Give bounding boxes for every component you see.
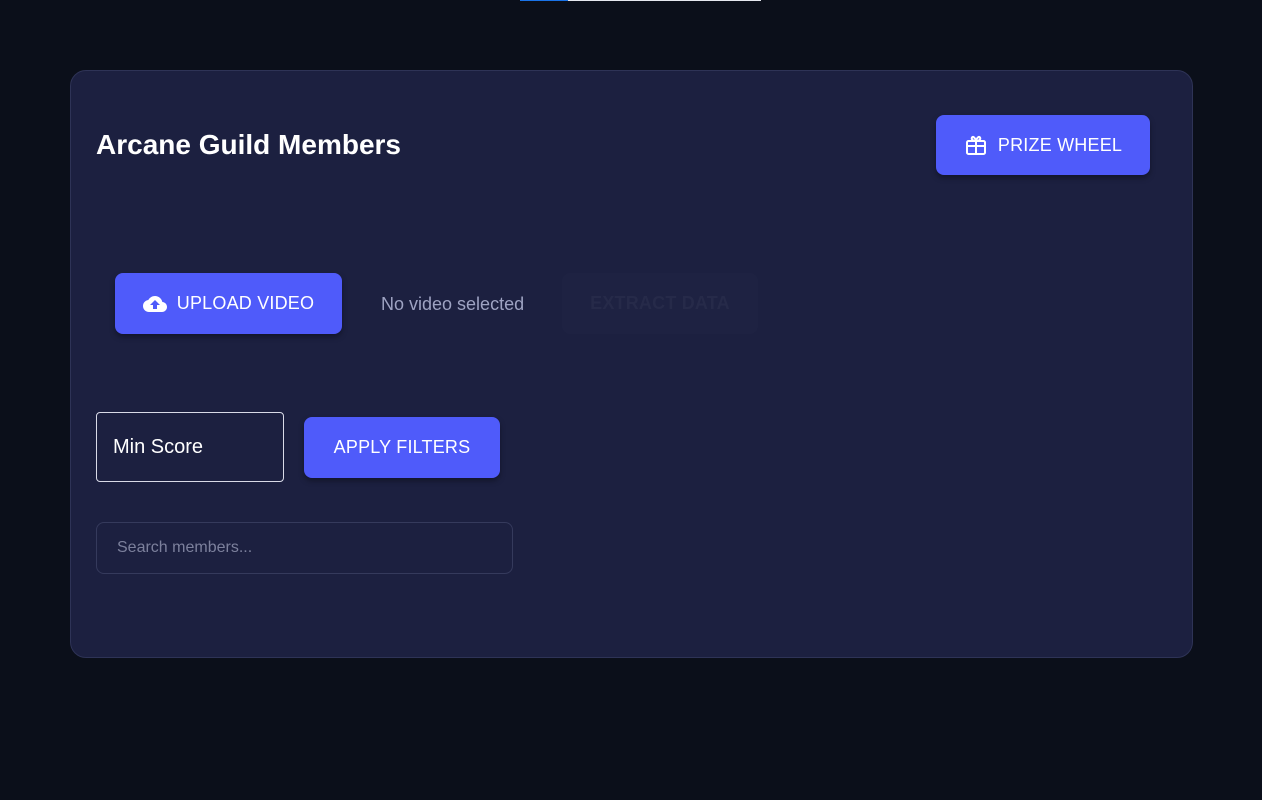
prize-wheel-button[interactable]: PRIZE WHEEL bbox=[936, 115, 1150, 175]
top-progress-bar bbox=[520, 0, 761, 1]
cloud-upload-icon bbox=[142, 292, 167, 316]
members-card: Arcane Guild Members PRIZE WHEEL UPLOAD … bbox=[70, 70, 1193, 658]
apply-filters-button[interactable]: APPLY FILTERS bbox=[304, 417, 500, 478]
top-progress-fill bbox=[520, 0, 569, 1]
file-status-text: No video selected bbox=[381, 294, 525, 314]
extract-data-button[interactable]: EXTRACT DATA bbox=[562, 273, 758, 334]
search-input[interactable] bbox=[96, 522, 513, 574]
upload-video-button[interactable]: UPLOAD VIDEO bbox=[115, 273, 342, 334]
prize-wheel-label: PRIZE WHEEL bbox=[997, 134, 1123, 155]
extract-data-label: EXTRACT DATA bbox=[590, 293, 730, 313]
gift-icon bbox=[964, 133, 988, 157]
min-score-input[interactable] bbox=[96, 412, 284, 482]
apply-filters-label: APPLY FILTERS bbox=[333, 437, 471, 457]
page-title: Arcane Guild Members bbox=[96, 129, 401, 160]
upload-video-label: UPLOAD VIDEO bbox=[176, 293, 315, 313]
